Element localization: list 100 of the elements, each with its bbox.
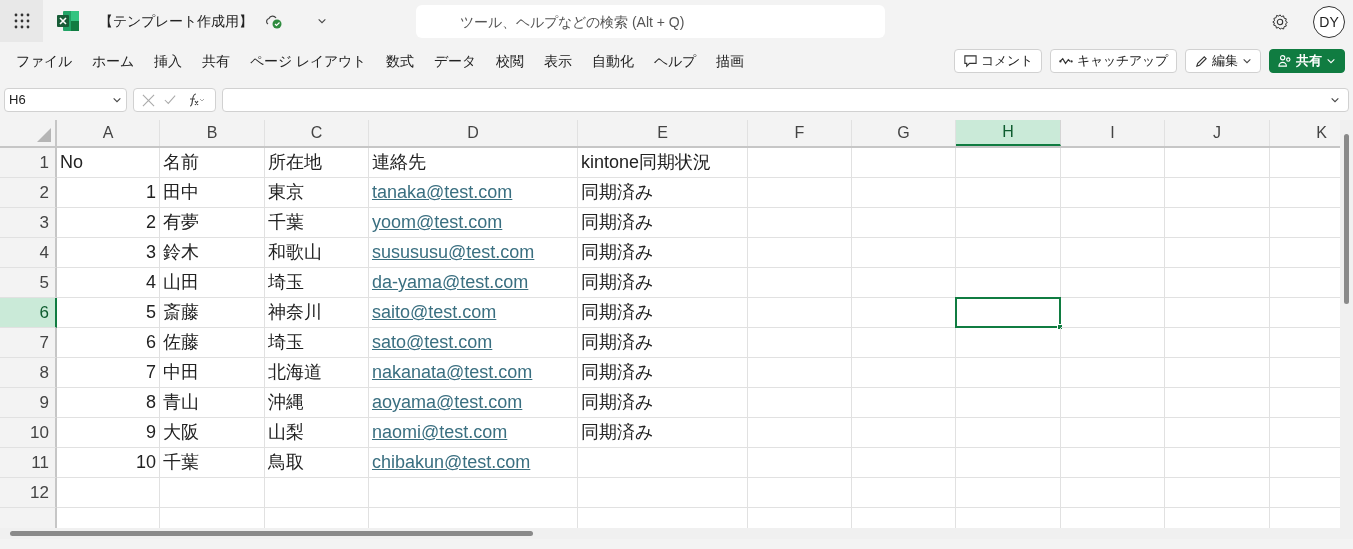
column-header[interactable]: A <box>57 120 160 146</box>
menu-tab[interactable]: 描画 <box>715 50 744 72</box>
menu-tab[interactable]: 共有 <box>202 50 230 72</box>
menu-tab[interactable]: 数式 <box>385 50 414 72</box>
caret-icon <box>112 95 122 105</box>
row-header[interactable]: 3 <box>0 208 57 238</box>
menu-tab[interactable]: 挿入 <box>154 50 182 72</box>
table-cell: 同期済み <box>578 238 748 268</box>
pencil-icon <box>1194 54 1208 68</box>
email-link[interactable]: sato@test.com <box>372 329 493 356</box>
scrollbar-thumb[interactable] <box>10 531 533 536</box>
table-cell: 大阪 <box>160 418 265 448</box>
table-cell: 山田 <box>160 268 265 298</box>
email-link[interactable]: da-yama@test.com <box>372 269 529 296</box>
table-cell: 7 <box>57 358 160 388</box>
table-cell: 名前 <box>160 148 265 178</box>
check-icon[interactable] <box>163 94 177 106</box>
row-header[interactable]: 9 <box>0 388 57 418</box>
table-cell: 同期済み <box>578 418 748 448</box>
catchup-button[interactable]: キャッチアップ <box>1050 49 1177 73</box>
table-cell: 佐藤 <box>160 328 265 358</box>
caret-icon <box>317 16 327 26</box>
select-all-icon[interactable] <box>37 128 51 142</box>
column-header[interactable]: F <box>748 120 852 146</box>
column-header[interactable]: H <box>956 120 1061 146</box>
row-header[interactable]: 1 <box>0 148 57 178</box>
row-header[interactable]: 11 <box>0 448 57 478</box>
menu-tab[interactable]: 表示 <box>543 50 572 72</box>
table-cell: 千葉 <box>160 448 265 478</box>
table-cell: 同期済み <box>578 208 748 238</box>
table-cell: 同期済み <box>578 328 748 358</box>
formula-field[interactable] <box>222 88 1349 112</box>
table-cell: 鳥取 <box>265 448 369 478</box>
table-cell: 連絡先 <box>369 148 578 178</box>
column-header[interactable]: C <box>265 120 369 146</box>
email-link[interactable]: tanaka@test.com <box>372 179 513 206</box>
search-field[interactable]: ツール、ヘルプなどの検索 (Alt + Q) <box>416 5 885 38</box>
row-header[interactable]: 2 <box>0 178 57 208</box>
menu-tab[interactable]: データ <box>433 50 476 72</box>
column-header[interactable]: D <box>369 120 578 146</box>
menu-tab[interactable]: ファイル <box>16 50 72 72</box>
row-header[interactable]: 8 <box>0 358 57 388</box>
table-cell: 8 <box>57 388 160 418</box>
table-cell: 同期済み <box>578 388 748 418</box>
table-cell: kintone同期状況 <box>578 148 748 178</box>
table-cell: 所在地 <box>265 148 369 178</box>
table-cell: 斎藤 <box>160 298 265 328</box>
table-cell: 中田 <box>160 358 265 388</box>
people-icon <box>1278 54 1292 68</box>
table-cell: 埼玉 <box>265 328 369 358</box>
spreadsheet-logo-icon <box>57 11 79 31</box>
menu-tab[interactable]: ページ レイアウト <box>250 50 366 72</box>
caret-icon <box>1326 56 1336 66</box>
table-cell: 埼玉 <box>265 268 369 298</box>
row-header[interactable]: 6 <box>0 298 57 328</box>
menu-tab[interactable]: 校閲 <box>495 50 524 72</box>
edit-button[interactable]: 編集 <box>1185 49 1261 73</box>
table-cell: No <box>57 148 160 178</box>
column-header[interactable]: B <box>160 120 265 146</box>
row-header[interactable]: 10 <box>0 418 57 448</box>
column-header[interactable]: J <box>1165 120 1270 146</box>
name-box[interactable]: H6 <box>4 88 127 112</box>
email-link[interactable]: aoyama@test.com <box>372 389 523 416</box>
table-cell: 同期済み <box>578 298 748 328</box>
row-header[interactable]: 5 <box>0 268 57 298</box>
email-link[interactable]: susususu@test.com <box>372 239 535 266</box>
share-button[interactable]: 共有 <box>1269 49 1345 73</box>
email-link[interactable]: chibakun@test.com <box>372 449 531 476</box>
caret-icon <box>1330 95 1340 105</box>
table-cell: 3 <box>57 238 160 268</box>
table-cell: 山梨 <box>265 418 369 448</box>
menu-tab[interactable]: 自動化 <box>591 50 634 72</box>
email-link[interactable]: saito@test.com <box>372 299 497 326</box>
table-cell: 6 <box>57 328 160 358</box>
table-cell: 2 <box>57 208 160 238</box>
row-header[interactable]: 12 <box>0 478 57 508</box>
menu-tab[interactable]: ヘルプ <box>653 50 696 72</box>
settings-button[interactable] <box>1270 12 1290 32</box>
table-cell: 同期済み <box>578 358 748 388</box>
table-cell: 4 <box>57 268 160 298</box>
column-header[interactable]: E <box>578 120 748 146</box>
email-link[interactable]: yoom@test.com <box>372 209 503 236</box>
comment-button[interactable]: コメント <box>954 49 1042 73</box>
table-cell: 9 <box>57 418 160 448</box>
column-header[interactable]: I <box>1061 120 1165 146</box>
scrollbar-thumb[interactable] <box>1344 134 1349 304</box>
row-header[interactable]: 7 <box>0 328 57 358</box>
active-cell[interactable] <box>955 297 1061 328</box>
row-header[interactable]: 4 <box>0 238 57 268</box>
account-avatar[interactable]: DY <box>1313 6 1345 38</box>
fill-handle[interactable] <box>1057 324 1063 330</box>
comment-icon <box>963 54 977 68</box>
email-link[interactable]: nakanata@test.com <box>372 359 533 386</box>
email-link[interactable]: naomi@test.com <box>372 419 508 446</box>
cloud-saved-icon <box>265 13 282 29</box>
cancel-icon[interactable] <box>142 93 155 107</box>
table-cell: 有夢 <box>160 208 265 238</box>
menu-tab[interactable]: ホーム <box>92 50 134 72</box>
app-launcher-button[interactable] <box>0 0 43 42</box>
table-cell: 神奈川 <box>265 298 369 328</box>
